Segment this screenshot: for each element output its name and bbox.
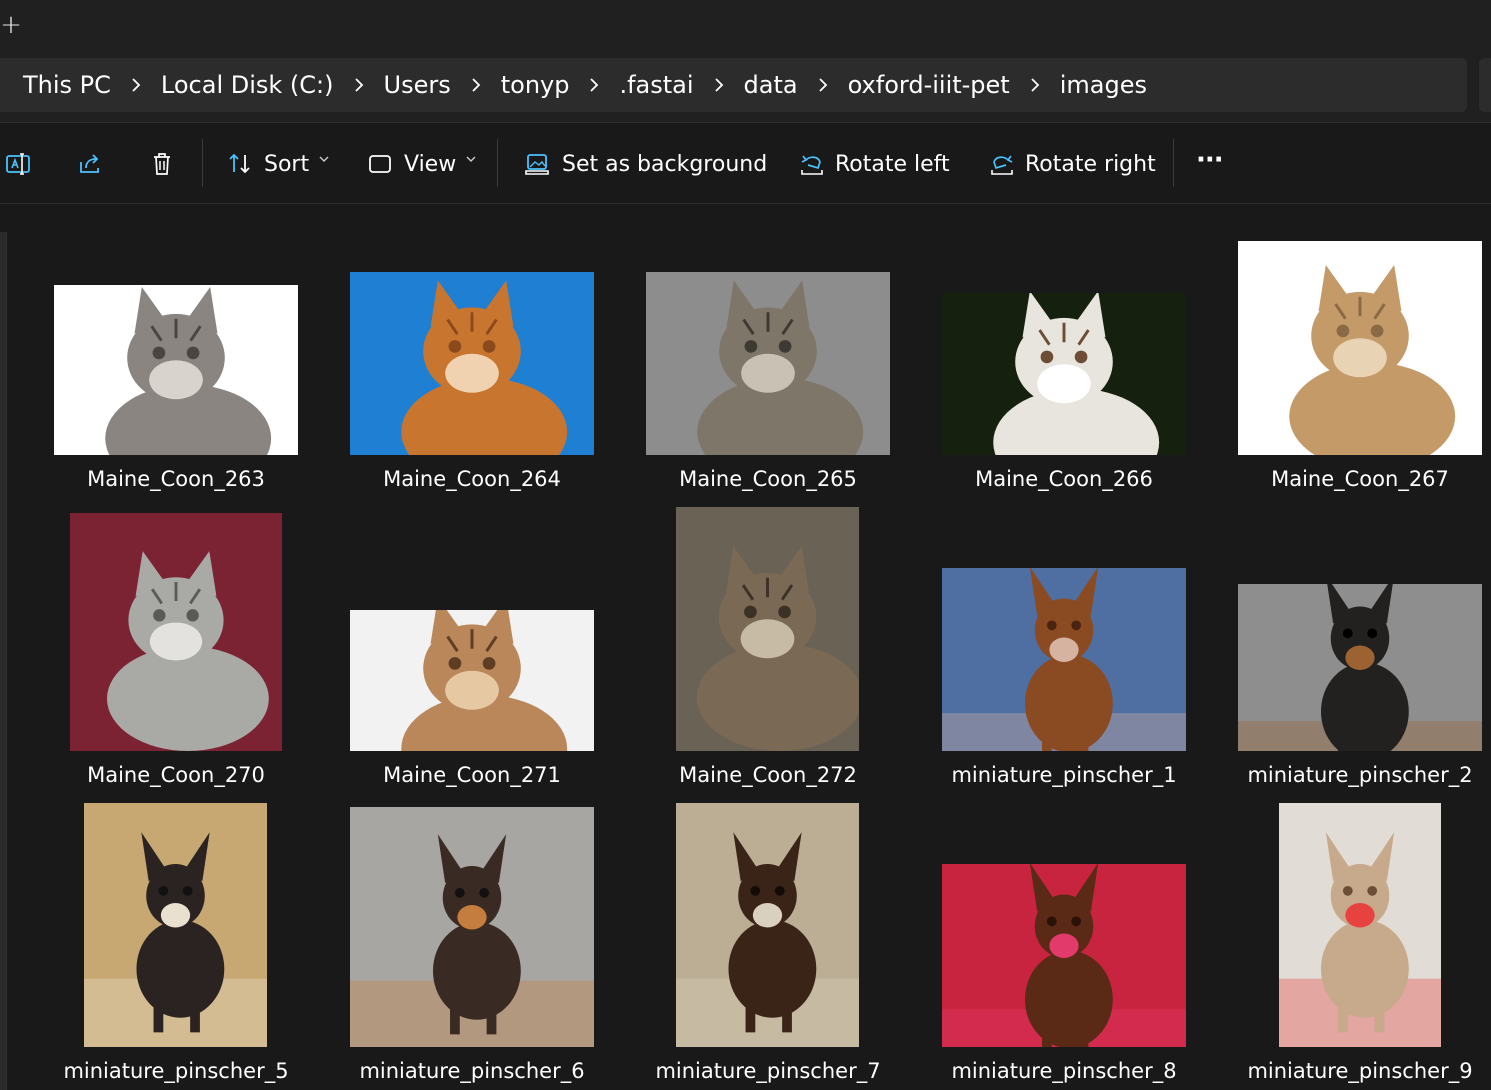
more-options-button[interactable]: ··· bbox=[1196, 123, 1224, 205]
chevron-down-icon bbox=[466, 156, 476, 162]
command-bar: Sort View Set as background Rotate left … bbox=[0, 122, 1491, 204]
cat-thumbnail[interactable] bbox=[646, 272, 890, 455]
breadcrumb-item[interactable]: data bbox=[733, 65, 809, 105]
dog-thumbnail[interactable] bbox=[942, 568, 1186, 751]
breadcrumb[interactable]: This PC Local Disk (C:) Users tonyp .fastai d… bbox=[0, 58, 1467, 112]
new-tab-button[interactable]: + bbox=[0, 8, 22, 42]
chevron-right-icon[interactable] bbox=[705, 68, 733, 102]
toolbar-divider bbox=[1173, 139, 1174, 187]
breadcrumb-item[interactable]: .fastai bbox=[608, 65, 704, 105]
toolbar-divider bbox=[202, 139, 203, 187]
rename-icon bbox=[6, 153, 30, 175]
dog-thumbnail[interactable] bbox=[1238, 584, 1482, 751]
file-name: miniature_pinscher_8 bbox=[951, 1059, 1177, 1083]
dog-thumbnail[interactable] bbox=[84, 803, 267, 1047]
cat-thumbnail[interactable] bbox=[350, 610, 594, 751]
file-name: Maine_Coon_265 bbox=[679, 467, 857, 491]
sort-label: Sort bbox=[264, 151, 310, 177]
chevron-right-icon[interactable] bbox=[345, 68, 373, 102]
file-name: Maine_Coon_271 bbox=[383, 763, 561, 787]
toolbar-divider bbox=[497, 139, 498, 187]
set-as-background-button[interactable]: Set as background bbox=[524, 123, 767, 205]
breadcrumb-item[interactable]: Local Disk (C:) bbox=[150, 65, 345, 105]
dog-thumbnail[interactable] bbox=[942, 864, 1186, 1047]
address-bar: This PC Local Disk (C:) Users tonyp .fastai d… bbox=[0, 50, 1491, 122]
rename-button[interactable] bbox=[4, 123, 36, 205]
cat-thumbnail[interactable] bbox=[70, 513, 282, 751]
rotate-right-icon bbox=[991, 155, 1013, 175]
file-name: Maine_Coon_266 bbox=[975, 467, 1153, 491]
sort-icon bbox=[229, 153, 250, 174]
dog-thumbnail[interactable] bbox=[350, 807, 594, 1047]
share-icon bbox=[80, 154, 99, 173]
file-name: Maine_Coon_272 bbox=[679, 763, 857, 787]
navigation-pane-edge bbox=[0, 232, 7, 1090]
dog-thumbnail[interactable] bbox=[676, 803, 859, 1047]
tab-strip: + bbox=[0, 0, 1491, 50]
breadcrumb-item[interactable]: images bbox=[1049, 65, 1158, 105]
chevron-right-icon[interactable] bbox=[122, 68, 150, 102]
chevron-right-icon[interactable] bbox=[580, 68, 608, 102]
chevron-right-icon[interactable] bbox=[462, 68, 490, 102]
file-name: miniature_pinscher_1 bbox=[951, 763, 1177, 787]
breadcrumb-item[interactable]: oxford-iiit-pet bbox=[837, 65, 1021, 105]
file-name: miniature_pinscher_9 bbox=[1247, 1059, 1473, 1083]
cat-thumbnail[interactable] bbox=[676, 507, 859, 751]
file-name: miniature_pinscher_5 bbox=[63, 1059, 289, 1083]
chevron-right-icon[interactable] bbox=[809, 68, 837, 102]
view-icon bbox=[369, 155, 391, 173]
delete-icon bbox=[154, 153, 170, 175]
delete-button[interactable] bbox=[148, 123, 180, 205]
breadcrumb-item[interactable]: This PC bbox=[12, 65, 122, 105]
share-button[interactable] bbox=[76, 123, 108, 205]
rotate-right-label: Rotate right bbox=[1025, 151, 1156, 177]
chevron-right-icon[interactable] bbox=[1021, 68, 1049, 102]
file-explorer-window: + This PC Local Disk (C:) Users tonyp .fasta… bbox=[0, 0, 1491, 1090]
file-name: Maine_Coon_267 bbox=[1271, 467, 1449, 491]
file-name: Maine_Coon_264 bbox=[383, 467, 561, 491]
breadcrumb-item[interactable]: Users bbox=[373, 65, 462, 105]
file-name: Maine_Coon_270 bbox=[87, 763, 265, 787]
file-name: miniature_pinscher_7 bbox=[655, 1059, 881, 1083]
cat-thumbnail[interactable] bbox=[350, 272, 594, 455]
cat-thumbnail[interactable] bbox=[1238, 241, 1482, 455]
sort-button[interactable]: Sort bbox=[226, 123, 331, 205]
file-name: miniature_pinscher_2 bbox=[1247, 763, 1473, 787]
desktop-background-icon bbox=[525, 154, 549, 175]
dog-thumbnail[interactable] bbox=[1279, 803, 1441, 1047]
breadcrumb-item[interactable]: tonyp bbox=[490, 65, 581, 105]
set-as-background-label: Set as background bbox=[562, 151, 768, 177]
file-grid: Maine_Coon_263 Maine_Coon_264 Maine_Coon_2… bbox=[0, 205, 1491, 1090]
file-name: miniature_pinscher_6 bbox=[359, 1059, 585, 1083]
view-button[interactable]: View bbox=[366, 123, 478, 205]
rotate-right-button[interactable]: Rotate right bbox=[988, 123, 1156, 205]
rotate-left-icon bbox=[801, 155, 823, 175]
cat-thumbnail[interactable] bbox=[54, 285, 298, 455]
cat-thumbnail[interactable] bbox=[942, 293, 1186, 455]
chevron-down-icon bbox=[319, 156, 329, 162]
rotate-left-label: Rotate left bbox=[835, 151, 950, 177]
file-name: Maine_Coon_263 bbox=[87, 467, 265, 491]
address-bar-edge bbox=[1479, 58, 1491, 112]
view-label: View bbox=[404, 151, 457, 177]
rotate-left-button[interactable]: Rotate left bbox=[798, 123, 950, 205]
more-options-icon: ··· bbox=[1196, 145, 1224, 175]
